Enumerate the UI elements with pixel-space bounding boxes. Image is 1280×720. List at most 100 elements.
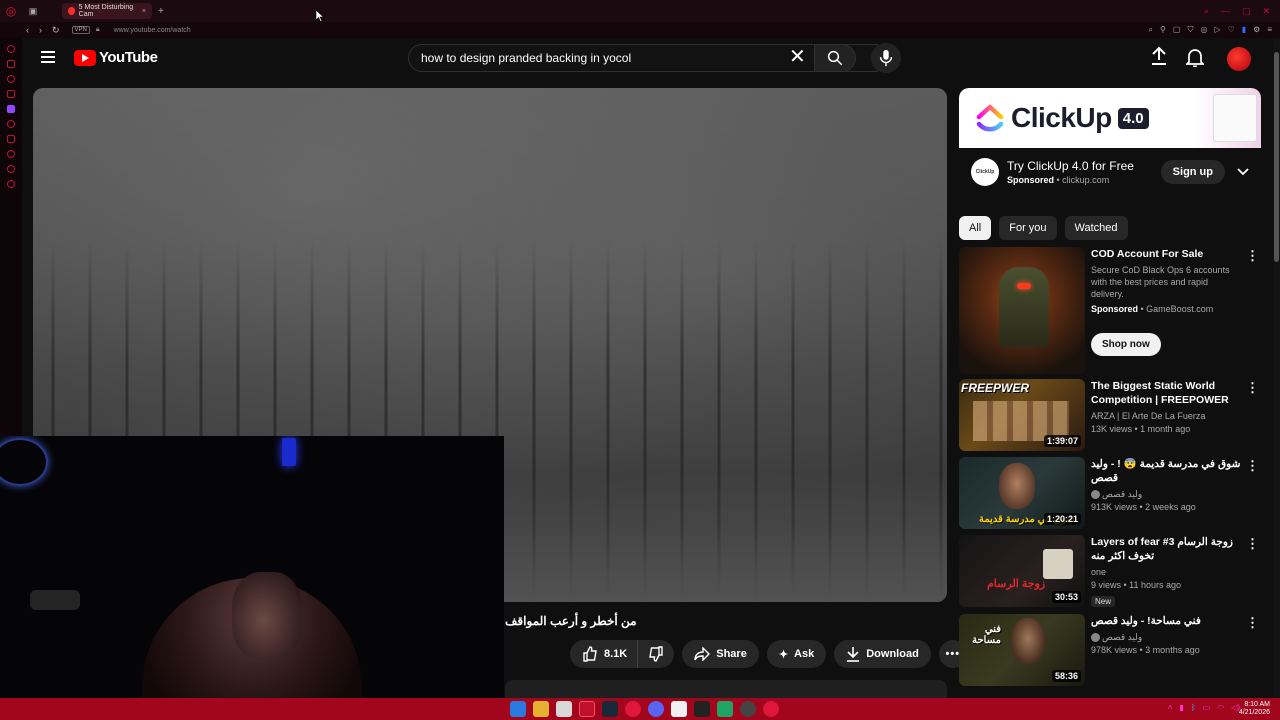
video-thumbnail[interactable]: شوق في مدرسة قديمة 1:20:21 xyxy=(959,457,1085,529)
search-input[interactable]: how to design pranded backing in yocol xyxy=(408,44,878,72)
search-button[interactable] xyxy=(814,44,856,72)
chip-for-you[interactable]: For you xyxy=(999,216,1057,240)
sidebar-settings-icon[interactable] xyxy=(7,180,15,188)
like-button[interactable]: 8.1K xyxy=(570,640,638,668)
tray-app-icon[interactable]: ▮ xyxy=(1179,703,1183,712)
sidebar-twitch-icon[interactable] xyxy=(7,105,15,113)
taskbar-clock[interactable]: 8:10 AM 4/21/2026 xyxy=(1239,701,1270,717)
tray-up-arrow-icon[interactable]: ˄ xyxy=(1168,703,1173,712)
ad-banner[interactable]: ClickUp 4.0 xyxy=(959,88,1261,148)
upload-button[interactable] xyxy=(1150,46,1168,71)
forward-icon[interactable]: › xyxy=(39,25,42,36)
bluetooth-icon[interactable]: ᛒ xyxy=(1191,703,1196,712)
heart-icon[interactable]: ♡ xyxy=(1228,25,1235,35)
play-icon[interactable]: ▷ xyxy=(1214,25,1220,35)
opera-gx-icon[interactable] xyxy=(763,701,779,717)
menu-icon[interactable]: ≡ xyxy=(1267,25,1272,35)
description-box[interactable] xyxy=(505,680,947,698)
clear-search-icon[interactable]: ✕ xyxy=(789,47,806,67)
more-vertical-icon[interactable]: ⋮ xyxy=(1246,249,1259,262)
sidebar-music-icon[interactable] xyxy=(7,150,15,158)
tab-menu-icon[interactable]: ▣ xyxy=(22,0,44,22)
file-explorer-icon[interactable] xyxy=(533,701,549,717)
crypto-icon[interactable]: ◎ xyxy=(1200,25,1207,35)
download-button[interactable]: Download xyxy=(834,640,931,668)
start-icon[interactable] xyxy=(510,701,526,717)
rec-channel[interactable]: one xyxy=(1091,566,1241,578)
guide-menu-icon[interactable] xyxy=(41,51,55,63)
search-tabs-icon[interactable]: ⌕ xyxy=(1204,6,1209,17)
discord-icon[interactable] xyxy=(648,701,664,717)
sidebar-home-icon[interactable] xyxy=(7,45,15,53)
wifi-icon[interactable]: ◠ xyxy=(1217,703,1224,712)
video-thumbnail[interactable]: فني مساحة 58:36 xyxy=(959,614,1085,686)
tab-close-icon[interactable]: × xyxy=(142,8,146,15)
maximize-icon[interactable]: ▢ xyxy=(1242,6,1251,17)
rec-channel[interactable]: وليد قصص xyxy=(1102,632,1142,642)
chip-all[interactable]: All xyxy=(959,216,992,240)
shield-icon[interactable]: ⛉ xyxy=(1187,25,1193,35)
extension-icon[interactable]: ▮ xyxy=(1242,25,1246,35)
document-icon[interactable] xyxy=(671,701,687,717)
sponsored-thumbnail[interactable] xyxy=(959,247,1085,374)
more-vertical-icon[interactable]: ⋮ xyxy=(1246,459,1259,472)
ad-headline[interactable]: Try ClickUp 4.0 for Free xyxy=(1007,159,1134,173)
browser-tab-active[interactable]: 5 Most Disturbing Cam × xyxy=(62,3,152,19)
shop-now-button[interactable]: Shop now xyxy=(1091,333,1161,356)
sponsored-recommendation[interactable]: COD Account For Sale Secure CoD Black Op… xyxy=(959,247,1261,374)
tray-monitor-icon[interactable]: ▭ xyxy=(1203,703,1211,712)
spreadsheet-icon[interactable] xyxy=(717,701,733,717)
voice-search-button[interactable] xyxy=(871,43,901,73)
sidebar-history-icon[interactable] xyxy=(7,120,15,128)
list-item[interactable]: شوق في مدرسة قديمة 1:20:21 شوق في مدرسة … xyxy=(959,457,1261,529)
steam-icon[interactable] xyxy=(602,701,618,717)
rec-title[interactable]: COD Account For Sale xyxy=(1091,247,1241,261)
sidebar-news-icon[interactable] xyxy=(7,90,15,98)
reload-icon[interactable]: ↻ xyxy=(52,25,60,36)
opera-icon[interactable] xyxy=(625,701,641,717)
chip-watched[interactable]: Watched xyxy=(1064,216,1128,240)
rec-title[interactable]: شوق في مدرسة قديمة 😨 ! - وليد قصص xyxy=(1091,457,1241,485)
notifications-button[interactable] xyxy=(1184,47,1206,72)
sidebar-bookmark-icon[interactable] xyxy=(7,135,15,143)
scrollbar-thumb[interactable] xyxy=(1274,52,1279,262)
ad-brand-icon[interactable]: ClickUp xyxy=(971,158,999,186)
url-field[interactable]: www.youtube.com/watch xyxy=(114,27,191,34)
sidebar-bag-icon[interactable] xyxy=(7,60,15,68)
ask-button[interactable]: ✦ Ask xyxy=(766,640,827,668)
rec-channel[interactable]: وليد قصص xyxy=(1102,489,1142,499)
ad-signup-button[interactable]: Sign up xyxy=(1160,160,1225,184)
vpn-badge[interactable]: VPN xyxy=(71,26,90,34)
pin-icon[interactable]: ⚲ xyxy=(1160,25,1166,35)
rec-title[interactable]: Layers of fear #3 زوجة الرسام تخوف اكثر … xyxy=(1091,535,1241,563)
more-vertical-icon[interactable]: ⋮ xyxy=(1246,381,1259,394)
rec-title[interactable]: فني مساحة! - وليد قصص xyxy=(1091,614,1241,628)
settings-gear-icon[interactable] xyxy=(740,701,756,717)
list-item[interactable]: فني مساحة 58:36 فني مساحة! - وليد قصص ول… xyxy=(959,614,1261,686)
rec-title[interactable]: The Biggest Static World Competition | F… xyxy=(1091,379,1241,407)
chevron-down-icon[interactable] xyxy=(1237,168,1249,176)
new-tab-icon[interactable]: + xyxy=(158,6,164,17)
obs-icon[interactable] xyxy=(694,701,710,717)
notepad-icon[interactable] xyxy=(556,701,572,717)
rec-channel[interactable]: ARZA | El Arte De La Fuerza xyxy=(1091,410,1241,422)
settings-icon[interactable]: ⚙ xyxy=(1253,25,1260,35)
more-vertical-icon[interactable]: ⋮ xyxy=(1246,537,1259,550)
close-window-icon[interactable]: ✕ xyxy=(1262,6,1270,17)
page-scrollbar[interactable] xyxy=(1273,38,1280,698)
video-thumbnail[interactable]: زوجة الرسام 30:53 xyxy=(959,535,1085,607)
sidebar-chat-icon[interactable] xyxy=(7,75,15,83)
sidebar-clock-icon[interactable] xyxy=(7,165,15,173)
dislike-button[interactable] xyxy=(637,640,675,668)
list-item[interactable]: زوجة الرسام 30:53 Layers of fear #3 زوجة… xyxy=(959,535,1261,607)
snapshot-icon[interactable]: ▢ xyxy=(1173,25,1181,35)
youtube-logo[interactable]: YouTube xyxy=(74,49,158,66)
zoom-icon[interactable]: ⌕ xyxy=(1149,25,1153,35)
account-avatar[interactable] xyxy=(1227,47,1251,71)
more-vertical-icon[interactable]: ⋮ xyxy=(1246,616,1259,629)
list-item[interactable]: FREEPWER 1:39:07 The Biggest Static Worl… xyxy=(959,379,1261,451)
minimize-icon[interactable]: — xyxy=(1221,6,1230,17)
back-icon[interactable]: ‹ xyxy=(26,25,29,36)
browser-logo-icon[interactable]: ◎ xyxy=(0,0,22,22)
video-thumbnail[interactable]: FREEPWER 1:39:07 xyxy=(959,379,1085,451)
